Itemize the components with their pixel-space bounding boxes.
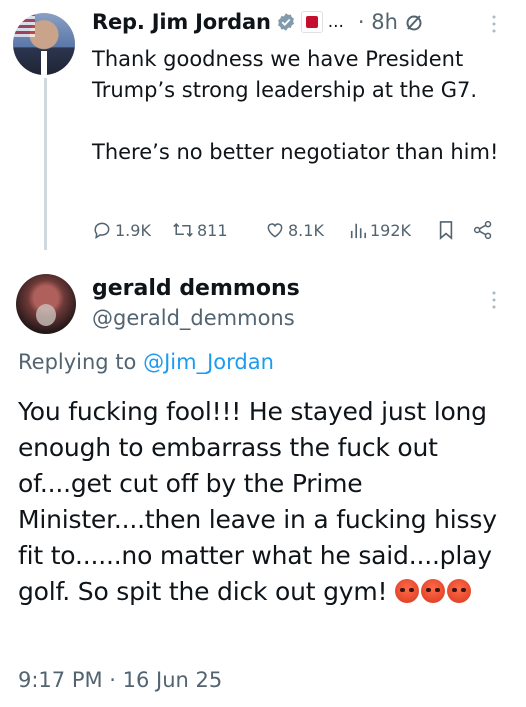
share-icon <box>473 220 492 240</box>
tweet1-author-name[interactable]: Rep. Jim Jordan <box>92 10 271 34</box>
reply-button[interactable]: 1.9K <box>92 220 172 240</box>
avatar-jim-jordan[interactable] <box>13 13 75 75</box>
bookmark-icon <box>439 221 453 240</box>
retweet-button[interactable]: 811 <box>172 220 265 240</box>
share-button[interactable] <box>473 220 496 240</box>
reply-icon <box>94 222 110 240</box>
like-button[interactable]: 8.1K <box>265 220 349 240</box>
replying-to-handle-link[interactable]: @Jim_Jordan <box>143 350 274 374</box>
flag-background <box>13 13 35 37</box>
more-options-icon[interactable] <box>490 288 498 312</box>
tweet1-time[interactable]: · 8h <box>358 10 398 34</box>
shirt-detail <box>41 51 47 75</box>
retweet-count: 811 <box>197 220 228 240</box>
retweet-icon <box>173 222 193 238</box>
thread-connector-line <box>44 78 47 250</box>
verified-badge-icon <box>277 13 294 31</box>
view-count: 192K <box>370 220 412 240</box>
tweet1-text: Thank goodness we have President Trump’s… <box>92 47 499 164</box>
pouting-face-emoji-icon <box>395 579 420 603</box>
views-chart-icon <box>350 223 367 239</box>
tweet2-text-block: You fucking fool!!! He stayed just long … <box>18 394 518 610</box>
reply-count: 1.9K <box>115 220 151 240</box>
tweet1-header: Rep. Jim Jordan ... · 8h <box>92 10 424 34</box>
heart-icon <box>267 223 283 238</box>
like-count: 8.1K <box>288 220 324 240</box>
avatar-detail <box>36 304 56 326</box>
tweet2-author-handle[interactable]: @gerald_demmons <box>92 306 295 330</box>
edited-icon <box>406 15 422 31</box>
views-button[interactable]: 192K <box>349 220 437 240</box>
pouting-face-emoji-icon <box>447 579 472 603</box>
tweet2-text: You fucking fool!!! He stayed just long … <box>18 397 497 606</box>
bookmark-button[interactable] <box>437 220 473 240</box>
name-truncation: ... <box>327 12 344 32</box>
replying-to-label: Replying to <box>18 350 144 374</box>
avatar-gerald-demmons[interactable] <box>16 274 76 334</box>
tweet2-author-name[interactable]: gerald demmons <box>92 276 300 301</box>
tweet2-timestamp[interactable]: 9:17 PM · 16 Jun 25 <box>18 668 222 692</box>
more-options-icon[interactable] <box>490 12 498 36</box>
government-affiliation-icon <box>300 11 323 33</box>
pouting-face-emoji-icon <box>421 579 446 603</box>
tweet1-action-bar: 1.9K 811 8.1K 192K <box>92 220 496 240</box>
replying-to-line: Replying to @Jim_Jordan <box>18 350 274 374</box>
